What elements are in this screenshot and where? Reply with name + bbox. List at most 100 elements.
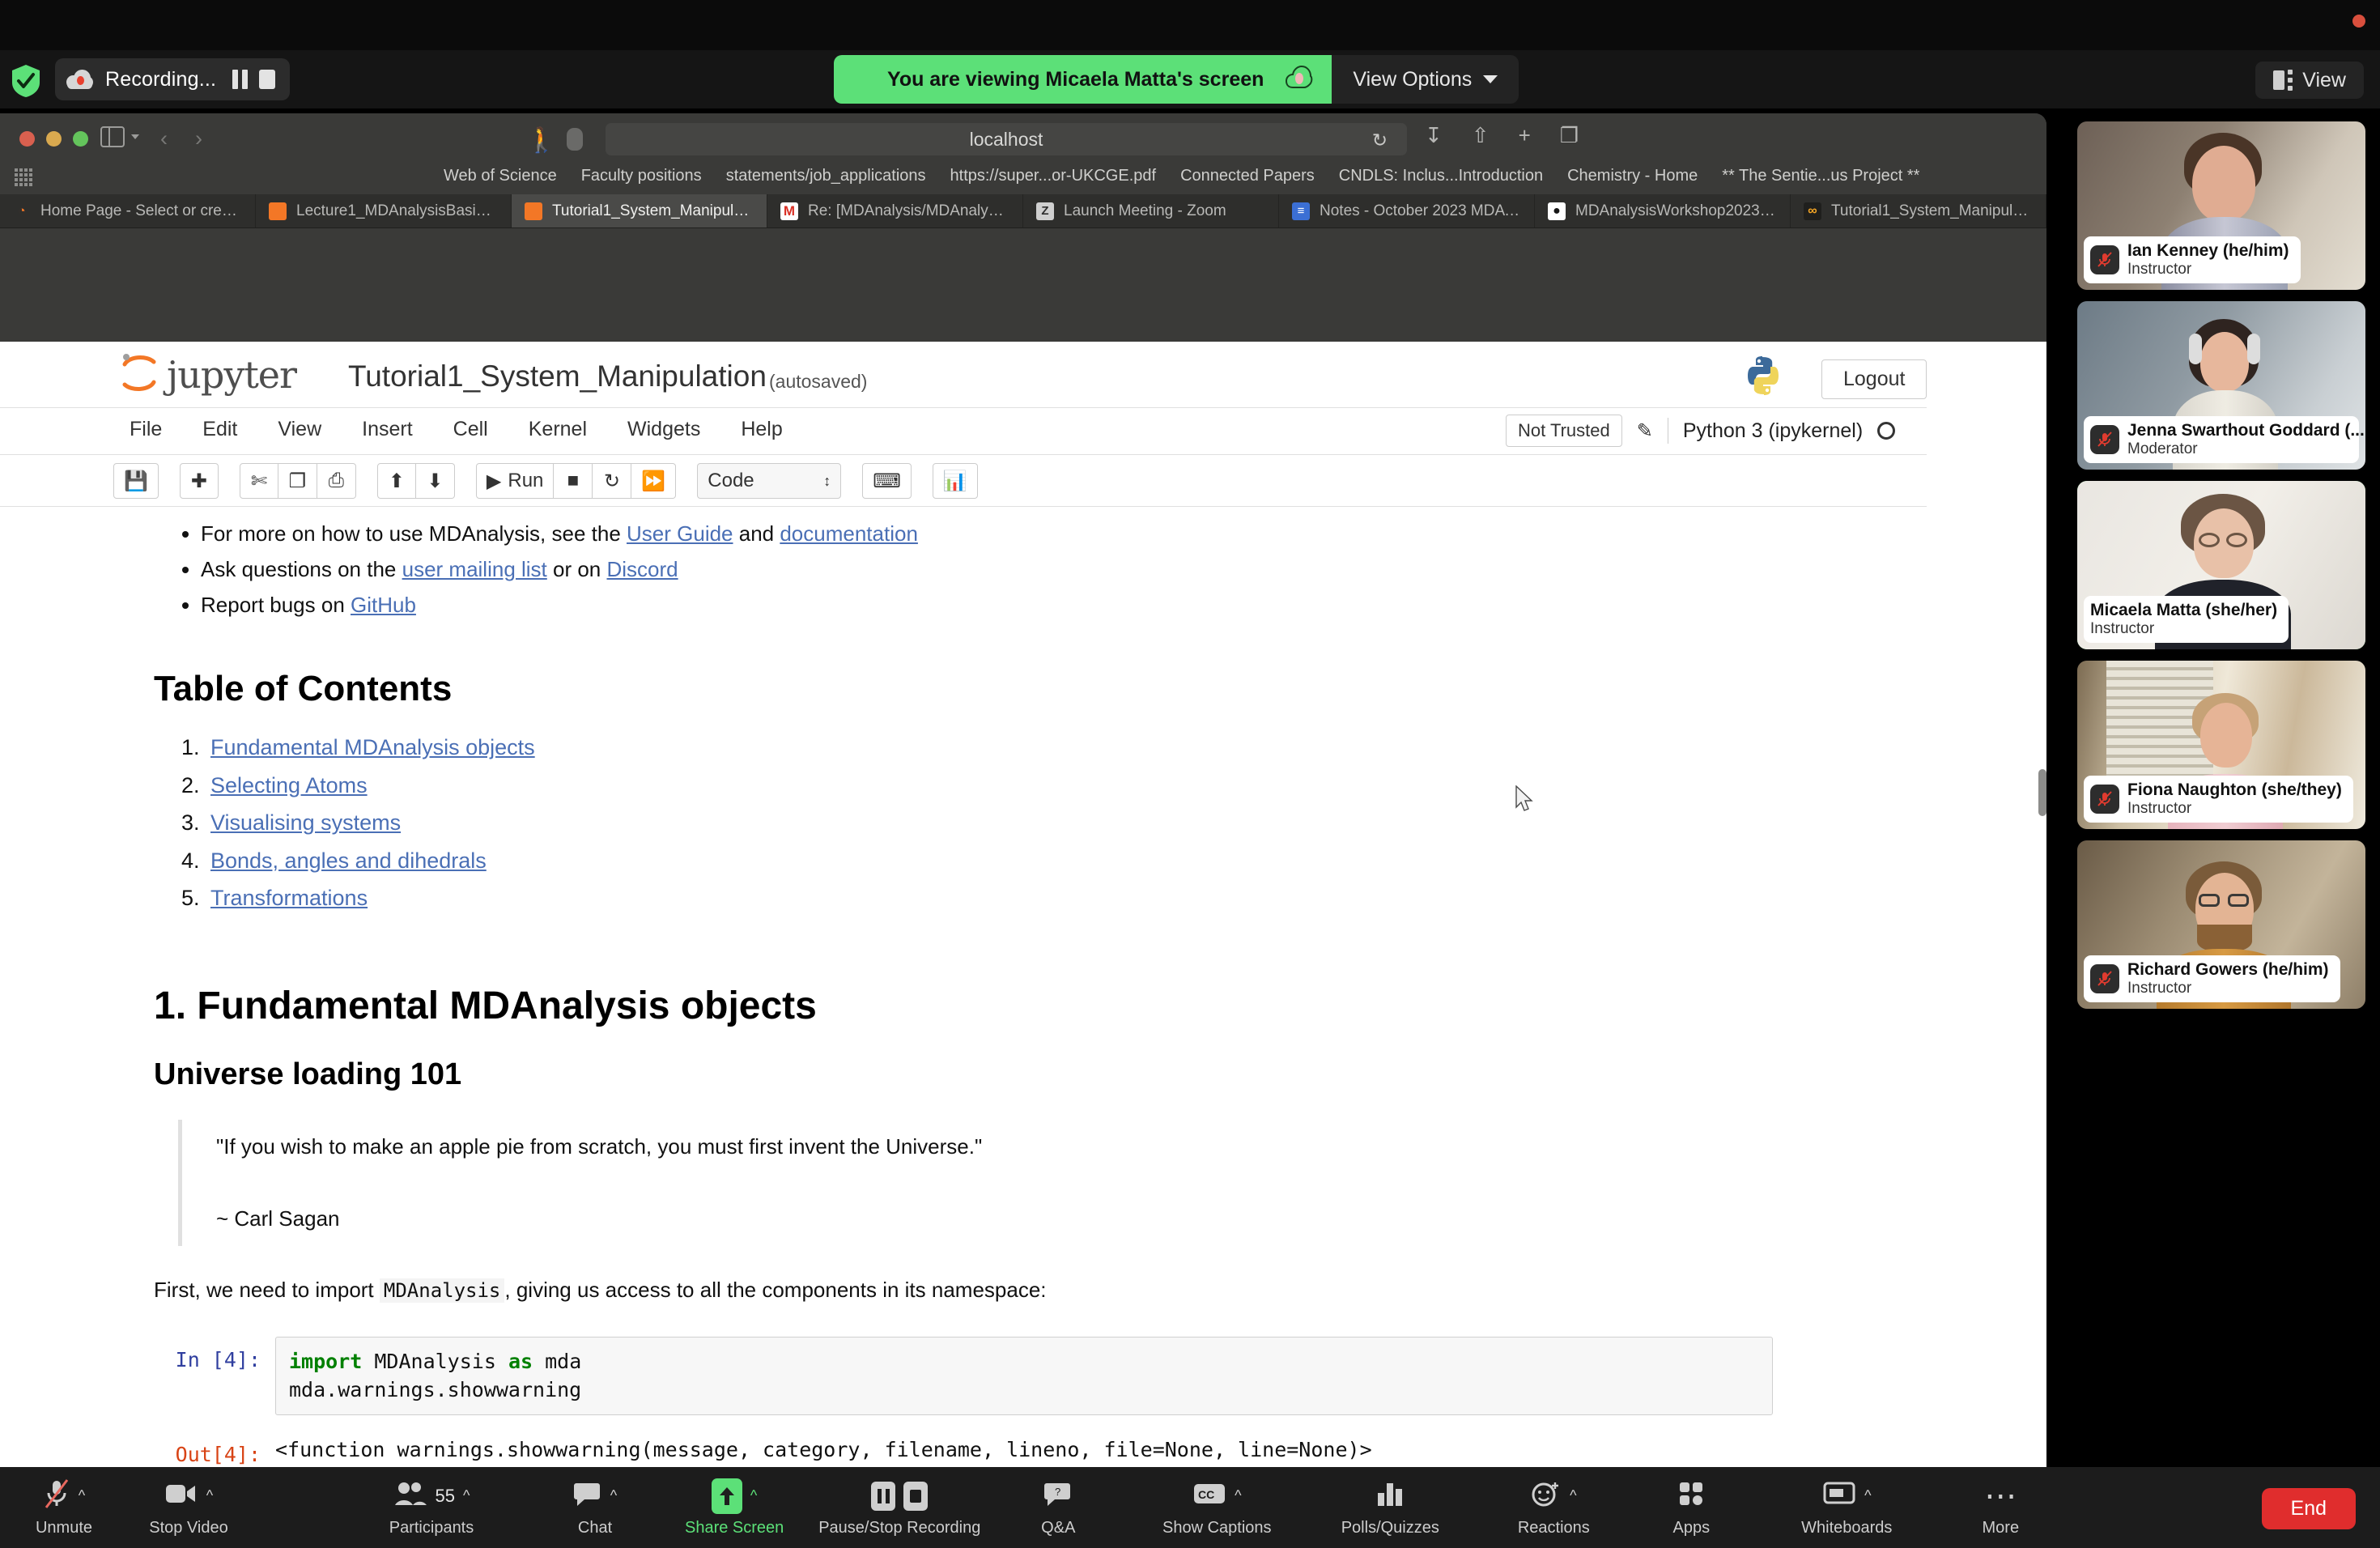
browser-tab[interactable]: ∞ Tutorial1_System_Manipulation... bbox=[1791, 194, 2046, 228]
sidebar-toggle-button[interactable] bbox=[100, 126, 139, 147]
logout-button[interactable]: Logout bbox=[1821, 359, 1927, 399]
forward-button[interactable]: › bbox=[195, 126, 202, 151]
stop-square-icon[interactable]: ■ bbox=[554, 463, 593, 499]
chevron-up-icon[interactable]: ^ bbox=[1235, 1487, 1241, 1504]
chevron-up-icon[interactable]: ^ bbox=[79, 1487, 85, 1504]
chevron-up-icon[interactable]: ^ bbox=[750, 1487, 757, 1504]
favorite-item[interactable]: ** The Sentie...us Project ** bbox=[1722, 167, 1919, 185]
code-cell-input[interactable]: In [4]: import MDAnalysis as mda mda.war… bbox=[154, 1336, 1773, 1415]
reactions-button[interactable]: ^ Reactions bbox=[1493, 1478, 1614, 1537]
pencil-icon[interactable]: ✎ bbox=[1637, 419, 1653, 443]
grid-icon[interactable] bbox=[15, 168, 32, 186]
address-bar[interactable]: localhost ↻ bbox=[606, 123, 1407, 155]
save-disk-icon[interactable]: 💾 bbox=[113, 463, 159, 499]
participant-tile-active-speaker[interactable]: Micaela Matta (she/her) Instructor bbox=[2077, 481, 2365, 649]
toc-link-visualising[interactable]: Visualising systems bbox=[210, 810, 401, 835]
new-tab-icon[interactable]: + bbox=[1519, 123, 1531, 148]
discord-link[interactable]: Discord bbox=[607, 557, 678, 581]
code-editor[interactable]: import MDAnalysis as mda mda.warnings.sh… bbox=[275, 1336, 1773, 1415]
chevron-up-icon[interactable]: ^ bbox=[1864, 1487, 1871, 1504]
fast-forward-icon[interactable]: ⏩ bbox=[631, 463, 677, 499]
screen-share-drag-handle[interactable] bbox=[2038, 769, 2046, 816]
toc-link-bonds[interactable]: Bonds, angles and dihedrals bbox=[210, 848, 487, 873]
favorite-item[interactable]: Faculty positions bbox=[581, 167, 702, 185]
cell-type-select[interactable]: Code ↕ bbox=[697, 463, 842, 499]
favorite-item[interactable]: Chemistry - Home bbox=[1567, 167, 1698, 185]
unmute-button[interactable]: ^ Unmute bbox=[19, 1478, 108, 1537]
view-options-button[interactable]: View Options bbox=[1332, 55, 1519, 104]
chevron-up-icon[interactable]: ^ bbox=[206, 1487, 213, 1504]
stop-video-button[interactable]: ^ Stop Video bbox=[144, 1478, 233, 1537]
copy-icon[interactable]: ❐ bbox=[278, 463, 317, 499]
end-meeting-button[interactable]: End bbox=[2261, 1488, 2356, 1529]
chat-button[interactable]: ^ Chat bbox=[550, 1478, 640, 1537]
toc-link-fundamental[interactable]: Fundamental MDAnalysis objects bbox=[210, 735, 535, 759]
favorite-item[interactable]: statements/job_applications bbox=[726, 167, 926, 185]
chevron-up-icon[interactable]: ^ bbox=[610, 1487, 617, 1504]
notebook-title[interactable]: Tutorial1_System_Manipulation bbox=[348, 359, 767, 393]
pause-stop-recording-button[interactable]: Pause/Stop Recording bbox=[814, 1478, 984, 1537]
plus-icon[interactable]: ✚ bbox=[179, 463, 219, 499]
favorite-item[interactable]: Web of Science bbox=[444, 167, 557, 185]
github-link[interactable]: GitHub bbox=[351, 593, 416, 617]
participant-tile[interactable]: Richard Gowers (he/him) Instructor bbox=[2077, 840, 2365, 1009]
stop-icon[interactable] bbox=[259, 70, 276, 89]
close-window-button[interactable] bbox=[19, 131, 35, 147]
participant-tile[interactable]: Fiona Naughton (she/they) Instructor bbox=[2077, 661, 2365, 829]
menu-help[interactable]: Help bbox=[741, 418, 782, 441]
apps-button[interactable]: Apps bbox=[1647, 1478, 1736, 1537]
minimize-window-button[interactable] bbox=[46, 131, 62, 147]
favorite-item[interactable]: Connected Papers bbox=[1180, 167, 1315, 185]
menu-widgets[interactable]: Widgets bbox=[627, 418, 700, 441]
menu-edit[interactable]: Edit bbox=[202, 418, 237, 441]
participants-button[interactable]: 55 ^ Participants bbox=[387, 1478, 476, 1537]
run-cell-button[interactable]: ▶ Run bbox=[475, 463, 555, 499]
scissors-icon[interactable]: ✄ bbox=[239, 463, 278, 499]
view-layout-button[interactable]: View bbox=[2255, 62, 2364, 99]
reload-icon[interactable]: ↻ bbox=[1372, 130, 1388, 151]
more-button[interactable]: ⋯ More bbox=[1956, 1478, 2045, 1537]
polls-quizzes-button[interactable]: Polls/Quizzes bbox=[1321, 1478, 1459, 1537]
recording-indicator[interactable]: Recording... bbox=[55, 58, 291, 100]
mailing-list-link[interactable]: user mailing list bbox=[402, 557, 547, 581]
participant-tile[interactable]: Ian Kenney (he/him) Instructor bbox=[2077, 121, 2365, 290]
tab-overview-icon[interactable]: ❐ bbox=[1560, 123, 1579, 148]
restart-icon[interactable]: ↻ bbox=[593, 463, 632, 499]
show-captions-button[interactable]: CC ^ Show Captions bbox=[1148, 1478, 1286, 1537]
share-icon[interactable]: ⇧ bbox=[1472, 123, 1490, 148]
user-guide-link[interactable]: User Guide bbox=[627, 521, 733, 546]
arrow-up-icon[interactable]: ⬆ bbox=[376, 463, 416, 499]
toc-link-transformations[interactable]: Transformations bbox=[210, 886, 368, 910]
browser-tab[interactable]: Lecture1_MDAnalysisBasics - J... bbox=[256, 194, 512, 228]
browser-tab[interactable]: M Re: [MDAnalysis/MDAnalysisWor... bbox=[767, 194, 1023, 228]
share-screen-button[interactable]: ^ Share Screen bbox=[685, 1478, 784, 1537]
notebook-scroll-area[interactable]: For more on how to use MDAnalysis, see t… bbox=[0, 507, 1927, 1467]
whiteboards-button[interactable]: ^ Whiteboards bbox=[1770, 1478, 1923, 1537]
menu-file[interactable]: File bbox=[130, 418, 162, 441]
privacy-shield-icon[interactable] bbox=[567, 128, 583, 151]
back-button[interactable]: ‹ bbox=[160, 126, 168, 151]
paste-icon[interactable]: ⎙ bbox=[317, 463, 356, 499]
menu-view[interactable]: View bbox=[278, 418, 321, 441]
favorite-item[interactable]: https://super...or-UKCGE.pdf bbox=[950, 167, 1157, 185]
pause-icon[interactable] bbox=[232, 70, 249, 89]
browser-tab[interactable]: ● MDAnalysisWorkshop2023/intro... bbox=[1535, 194, 1791, 228]
browser-tab-active[interactable]: Tutorial1_System_Manipulation... bbox=[512, 194, 767, 228]
download-icon[interactable]: ↧ bbox=[1425, 123, 1443, 148]
hiker-extension-icon[interactable]: 🚶 bbox=[526, 126, 556, 155]
jupyter-logo[interactable]: jupyter bbox=[120, 351, 297, 398]
chevron-up-icon[interactable]: ^ bbox=[463, 1487, 470, 1504]
menu-cell[interactable]: Cell bbox=[453, 418, 488, 441]
kernel-name[interactable]: Python 3 (ipykernel) bbox=[1683, 419, 1863, 443]
browser-tab[interactable]: ≡ Notes - October 2023 MDA Wor... bbox=[1279, 194, 1535, 228]
menu-insert[interactable]: Insert bbox=[362, 418, 413, 441]
qa-button[interactable]: ? Q&A bbox=[1014, 1478, 1103, 1537]
participant-tile[interactable]: Jenna Swarthout Goddard (... Moderator bbox=[2077, 301, 2365, 470]
chevron-up-icon[interactable]: ^ bbox=[1570, 1487, 1576, 1504]
keyboard-icon[interactable]: ⌨ bbox=[862, 463, 912, 499]
maximize-window-button[interactable] bbox=[73, 131, 88, 147]
menu-kernel[interactable]: Kernel bbox=[529, 418, 587, 441]
arrow-down-icon[interactable]: ⬇ bbox=[415, 463, 455, 499]
browser-tab[interactable]: Z Launch Meeting - Zoom bbox=[1023, 194, 1279, 228]
trust-status-badge[interactable]: Not Trusted bbox=[1506, 415, 1622, 447]
